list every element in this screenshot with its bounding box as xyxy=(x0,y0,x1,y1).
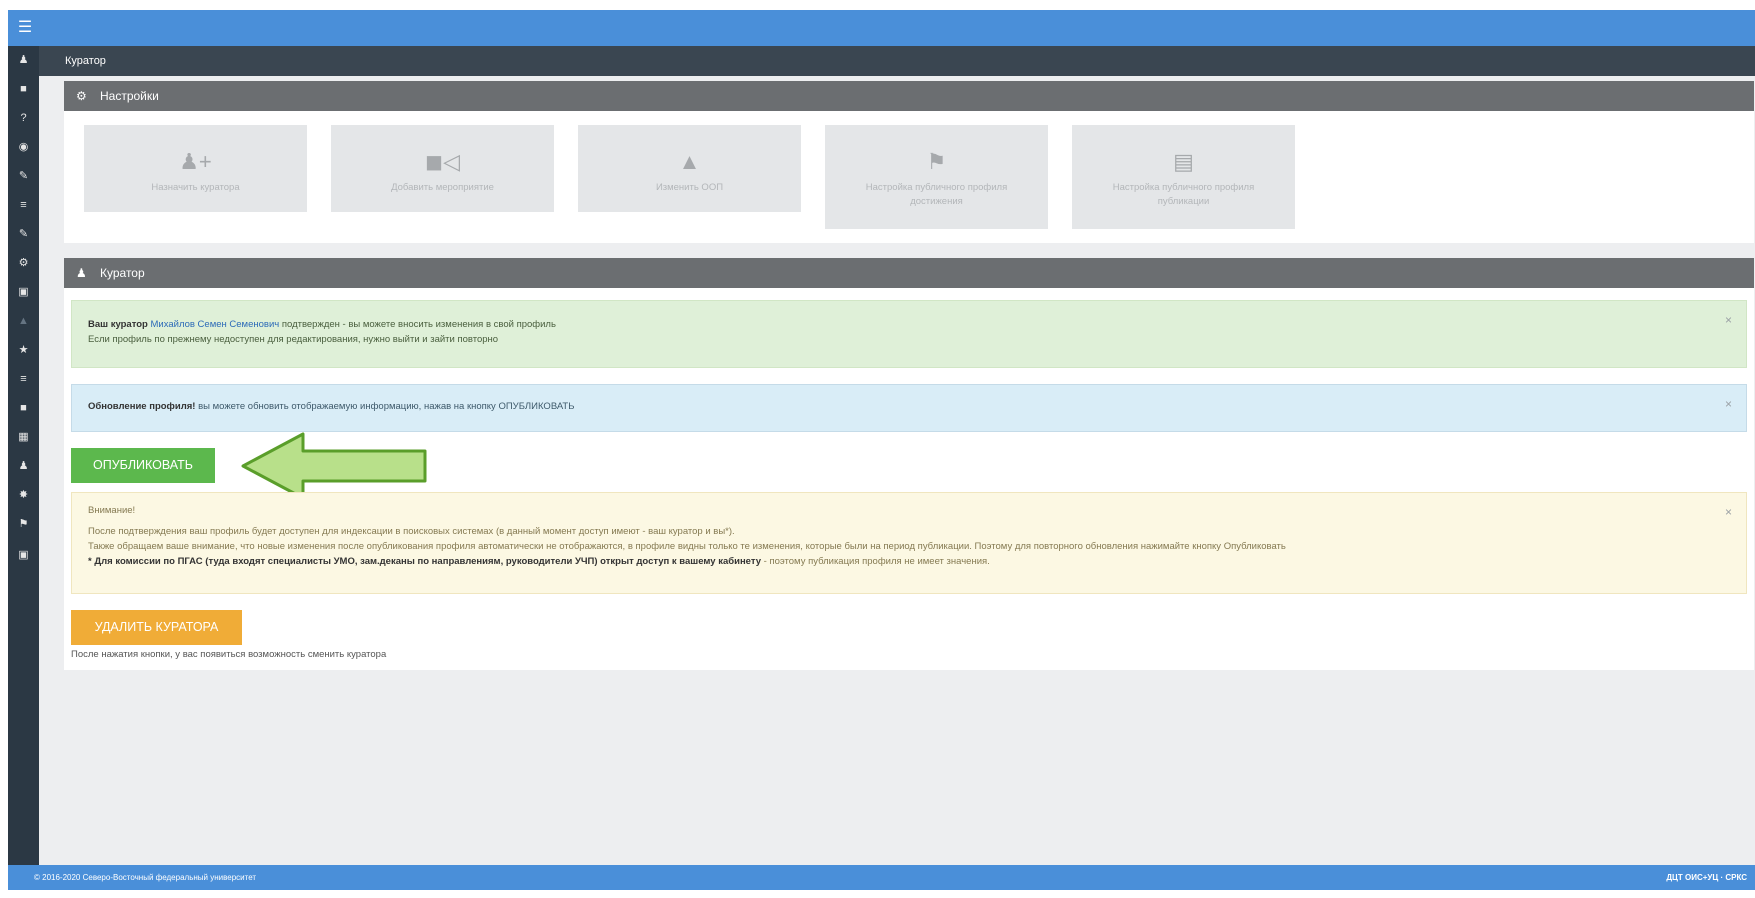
warning-line1: После подтверждения ваш профиль будет до… xyxy=(88,526,735,537)
page-title: Куратор xyxy=(65,55,106,67)
top-bar: ☰ xyxy=(8,10,1755,46)
app-frame: ☰ ♟ ■ ? ◉ ✎ ≡ ✎ ⚙ ▣ ▲ ★ ≡ ■ ▦ ♟ ✸ ⚑ ▣ Ку… xyxy=(8,10,1755,890)
settings-panel-title: Настройки xyxy=(100,89,159,103)
tile-label: Добавить мероприятие xyxy=(391,182,494,193)
bullhorn-icon: ◼◁ xyxy=(424,149,461,174)
add-event-tile[interactable]: ◼◁ Добавить мероприятие xyxy=(331,125,554,212)
curator-panel-header: ♟ Куратор xyxy=(64,258,1754,288)
publish-row: ОПУБЛИКОВАТЬ xyxy=(71,432,1747,500)
delete-note: После нажатия кнопки, у вас появиться во… xyxy=(71,649,387,660)
alert-prefix: Ваш куратор xyxy=(88,319,148,330)
warning-line2: Также обращаем ваше внимание, что новые … xyxy=(88,541,1286,552)
table-icon[interactable]: ▦ xyxy=(8,423,39,452)
curator-name-link[interactable]: Михайлов Семен Семенович xyxy=(150,319,279,330)
close-square-icon[interactable]: ▣ xyxy=(8,541,39,570)
delete-curator-button[interactable]: УДАЛИТЬ КУРАТОРА xyxy=(71,610,242,645)
question-icon[interactable]: ? xyxy=(8,104,39,133)
publications-profile-tile[interactable]: ▤ Настройка публичного профиля публикаци… xyxy=(1072,125,1295,229)
main-content: ⚙ Настройки ♟+ Назначить куратора ◼◁ Доб… xyxy=(64,81,1754,685)
cogs-icon: ⚙ xyxy=(76,89,87,103)
camera-icon[interactable]: ◉ xyxy=(8,133,39,162)
assign-curator-tile[interactable]: ♟+ Назначить куратора xyxy=(84,125,307,212)
sidebar: ♟ ■ ? ◉ ✎ ≡ ✎ ⚙ ▣ ▲ ★ ≡ ■ ▦ ♟ ✸ ⚑ ▣ xyxy=(8,46,39,890)
book-icon: ▤ xyxy=(1173,149,1194,174)
book-icon[interactable]: ■ xyxy=(8,75,39,104)
curator-confirmed-alert: × Ваш куратор Михайлов Семен Семенович п… xyxy=(71,300,1747,368)
tile-label: Назначить куратора xyxy=(151,182,240,193)
change-oop-tile[interactable]: ▲ Изменить ООП xyxy=(578,125,801,212)
square-icon[interactable]: ▣ xyxy=(8,278,39,307)
close-icon[interactable]: × xyxy=(1725,397,1732,412)
flag-icon: ⚑ xyxy=(926,149,947,174)
publish-button[interactable]: ОПУБЛИКОВАТЬ xyxy=(71,448,215,483)
curator-panel-title: Куратор xyxy=(100,266,145,280)
curator-panel: ♟ Куратор × Ваш куратор Михайлов Семен С… xyxy=(64,258,1754,670)
user-icon[interactable]: ♟ xyxy=(8,452,39,481)
flag-icon[interactable]: ⚑ xyxy=(8,510,39,539)
tile-label: Настройка публичного профиля публикации xyxy=(1112,182,1255,207)
star-icon[interactable]: ★ xyxy=(8,336,39,365)
hamburger-icon[interactable]: ☰ xyxy=(10,12,40,44)
settings-panel: ⚙ Настройки ♟+ Назначить куратора ◼◁ Доб… xyxy=(64,81,1754,243)
tile-label: Настройка публичного профиля достижения xyxy=(865,182,1008,207)
cogs-icon[interactable]: ⚙ xyxy=(8,249,39,278)
warning-alert: × Внимание! После подтверждения ваш проф… xyxy=(71,492,1747,594)
list-icon[interactable]: ≡ xyxy=(8,191,39,220)
profile-update-alert: × Обновление профиля! вы можете обновить… xyxy=(71,384,1747,432)
warning-line3-rest: - поэтому публикация профиля не имеет зн… xyxy=(763,556,990,567)
user-icon: ♟ xyxy=(76,266,87,280)
curator-panel-body: × Ваш куратор Михайлов Семен Семенович п… xyxy=(64,288,1754,670)
achievements-profile-tile[interactable]: ⚑ Настройка публичного профиля достижени… xyxy=(825,125,1048,229)
warning-title: Внимание! xyxy=(88,505,136,516)
chart-icon[interactable]: ▲ xyxy=(8,307,39,336)
badge-icon[interactable]: ✸ xyxy=(8,481,39,510)
add-user-icon: ♟+ xyxy=(179,149,212,174)
settings-panel-header: ⚙ Настройки xyxy=(64,81,1754,111)
alert-bold: Обновление профиля! xyxy=(88,401,196,412)
warning-line3-bold: * Для комиссии по ПГАС (туда входят спец… xyxy=(88,556,762,567)
alert-line2: Если профиль по прежнему недоступен для … xyxy=(88,334,499,345)
footer-copyright: © 2016-2020 Северо-Восточный федеральный… xyxy=(34,873,257,882)
list-icon[interactable]: ≡ xyxy=(8,365,39,394)
edit-icon[interactable]: ✎ xyxy=(8,220,39,249)
book-icon[interactable]: ■ xyxy=(8,394,39,423)
sitemap-icon: ▲ xyxy=(678,149,701,174)
tile-label: Изменить ООП xyxy=(655,182,724,193)
breadcrumb-bar: Куратор xyxy=(39,46,1755,76)
alert-text: вы можете обновить отображаемую информац… xyxy=(198,401,575,412)
footer: © 2016-2020 Северо-Восточный федеральный… xyxy=(8,865,1755,890)
alert-suffix: подтвержден - вы можете вносить изменени… xyxy=(281,319,556,330)
close-icon[interactable]: × xyxy=(1725,505,1732,520)
close-icon[interactable]: × xyxy=(1725,313,1732,328)
settings-tiles: ♟+ Назначить куратора ◼◁ Добавить меропр… xyxy=(64,111,1754,229)
user-icon[interactable]: ♟ xyxy=(8,46,39,75)
footer-credits: ДЦТ ОИС+УЦ · СРКС xyxy=(1666,873,1747,882)
edit-icon[interactable]: ✎ xyxy=(8,162,39,191)
